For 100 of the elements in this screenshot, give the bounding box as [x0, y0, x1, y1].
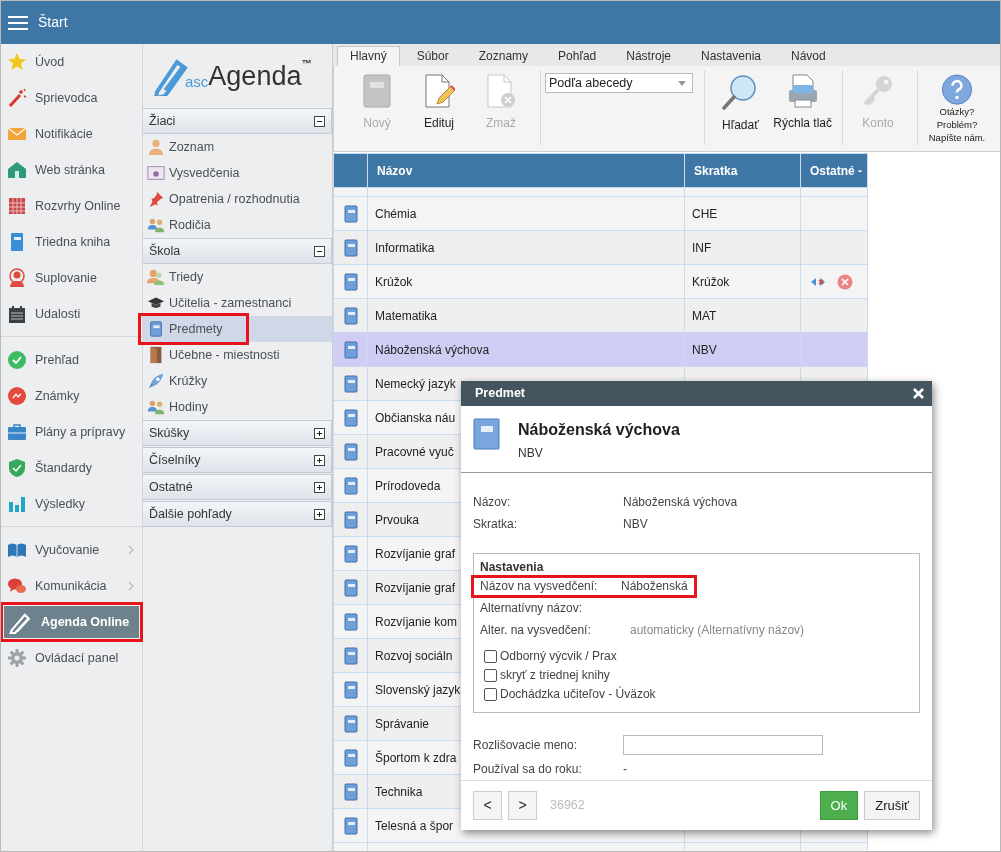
- help-button[interactable]: Otázky? Problém? Napíšte nám.: [922, 70, 992, 145]
- checkbox[interactable]: [484, 688, 497, 701]
- sort-dropdown[interactable]: Podľa abecedy: [545, 73, 693, 93]
- sidebar-item[interactable]: Web stránka: [1, 152, 142, 188]
- nav-item[interactable]: Vysvedčenia: [143, 160, 332, 186]
- search-icon: [722, 74, 759, 110]
- calendar-icon: [7, 196, 27, 216]
- wand-icon: [7, 88, 27, 108]
- menu-icon[interactable]: [8, 14, 28, 31]
- ribbon-tab[interactable]: Nastavenia: [687, 46, 774, 66]
- ribbon-tab[interactable]: Návod: [778, 46, 839, 66]
- previous-button[interactable]: <: [473, 791, 502, 820]
- column-header[interactable]: Názov: [367, 153, 685, 188]
- sidebar-item[interactable]: Notifikácie: [1, 116, 142, 152]
- ribbon-tab[interactable]: Hlavný: [337, 46, 400, 66]
- star-icon: [7, 52, 27, 72]
- sidebar-item[interactable]: Komunikácia: [1, 568, 142, 604]
- field-label: Názov na vysvedčení:: [480, 578, 599, 596]
- nav-item[interactable]: Hodiny: [143, 394, 332, 420]
- expand-icon: [314, 481, 325, 493]
- expand-icon: [314, 427, 325, 439]
- page-title: Štart: [38, 13, 68, 32]
- delete-icon[interactable]: [837, 274, 853, 291]
- section-header[interactable]: Škola: [143, 238, 332, 264]
- ribbon-tab[interactable]: Súbor: [403, 46, 462, 66]
- toolbar-button[interactable]: Edituj: [410, 70, 468, 145]
- section-header[interactable]: Ďalšie pohľady: [143, 501, 332, 527]
- shield-icon: [7, 458, 27, 478]
- checkbox[interactable]: [484, 669, 497, 682]
- checkbox[interactable]: [484, 650, 497, 663]
- bar-chart-icon: [7, 494, 27, 514]
- sidebar-item[interactable]: Udalosti: [1, 296, 142, 332]
- nav-item[interactable]: Učitelia - zamestnanci: [143, 290, 332, 316]
- house-icon: [7, 160, 27, 180]
- section-header[interactable]: Skúšky: [143, 420, 332, 446]
- sidebar-item[interactable]: Úvod: [1, 44, 142, 80]
- document-pencil-icon: [423, 74, 455, 108]
- subject-abbreviation: NBV: [518, 445, 544, 462]
- printer-icon: [786, 74, 819, 108]
- sidebar-item[interactable]: Plány a prípravy: [1, 414, 142, 450]
- table-row[interactable]: Krúžok Krúžok: [333, 264, 868, 299]
- pin-icon: [147, 190, 165, 208]
- sidebar-item[interactable]: Známky: [1, 378, 142, 414]
- sidebar-item[interactable]: Ovládací panel: [1, 640, 142, 676]
- table-cell: INF: [684, 230, 801, 265]
- nav-item[interactable]: Opatrenia / rozhodnutia: [143, 186, 332, 212]
- rocket-icon: [147, 372, 165, 390]
- swap-icon[interactable]: [810, 277, 826, 288]
- sidebar-item[interactable]: Štandardy: [1, 450, 142, 486]
- ribbon-tab[interactable]: Zoznamy: [465, 46, 542, 66]
- check-icon: [7, 350, 27, 370]
- sidebar-item[interactable]: Rozvrhy Online: [1, 188, 142, 224]
- cancel-button[interactable]: Zrušiť: [864, 791, 920, 820]
- pencil-icon: [7, 610, 33, 634]
- key-icon: [862, 74, 894, 108]
- column-header[interactable]: Ostatné -: [800, 153, 868, 188]
- dialog-title: Predmet: [475, 385, 526, 403]
- certificate-icon: [147, 164, 165, 182]
- logo-text: Agenda: [208, 59, 302, 93]
- expand-icon: [314, 454, 325, 466]
- close-icon[interactable]: [913, 388, 924, 399]
- field-value: NBV: [623, 516, 648, 533]
- expand-icon: [314, 508, 325, 520]
- sidebar-item[interactable]: Sprievodca: [1, 80, 142, 116]
- sidebar-item[interactable]: Výsledky: [1, 486, 142, 522]
- question-icon: [941, 74, 973, 106]
- checkbox-option[interactable]: Odborný výcvik / Prax: [480, 647, 617, 666]
- chevron-icon: [128, 545, 134, 555]
- sidebar-item[interactable]: Suplovanie: [1, 260, 142, 296]
- toolbar-button[interactable]: Hľadať: [711, 70, 770, 145]
- table-row[interactable]: Náboženská výchova NBV: [333, 332, 868, 367]
- input-field[interactable]: [623, 735, 823, 756]
- ribbon-tab[interactable]: Nástroje: [613, 46, 684, 66]
- table-row[interactable]: Informatika INF: [333, 230, 868, 265]
- sidebar-item[interactable]: Prehľad: [1, 342, 142, 378]
- nav-item[interactable]: Triedy: [143, 264, 332, 290]
- book-icon: [362, 74, 392, 108]
- sidebar-item[interactable]: Triedna kniha: [1, 224, 142, 260]
- nav-item[interactable]: Krúžky: [143, 368, 332, 394]
- table-cell: NBV: [684, 332, 801, 367]
- section-header[interactable]: Ostatné: [143, 474, 332, 500]
- nav-item[interactable]: Zoznam: [143, 134, 332, 160]
- table-row[interactable]: Matematika MAT: [333, 298, 868, 333]
- sidebar-item[interactable]: Vyučovanie: [1, 532, 142, 568]
- section-header[interactable]: Číselníky: [143, 447, 332, 473]
- toolbar-button[interactable]: Rýchla tlač: [773, 70, 832, 145]
- section-header[interactable]: Žiaci: [143, 108, 332, 134]
- table-cell: Matematika: [367, 298, 685, 333]
- collapse-icon: [314, 115, 325, 127]
- ribbon-tab[interactable]: Pohľad: [545, 46, 610, 66]
- logo-text: asc: [185, 72, 209, 90]
- table-row[interactable]: Chémia CHE: [333, 196, 868, 231]
- checkbox-option[interactable]: Dochádzka učiteľov - Úväzok: [480, 685, 656, 704]
- nav-item[interactable]: Rodičia: [143, 212, 332, 238]
- next-button[interactable]: >: [508, 791, 537, 820]
- column-header[interactable]: Skratka: [684, 153, 801, 188]
- field-value: Náboženská: [621, 578, 688, 596]
- table-cell: Krúžok: [684, 264, 801, 299]
- field-label: Alter. na vysvedčení:: [480, 622, 592, 640]
- nav-item[interactable]: Učebne - miestnosti: [143, 342, 332, 368]
